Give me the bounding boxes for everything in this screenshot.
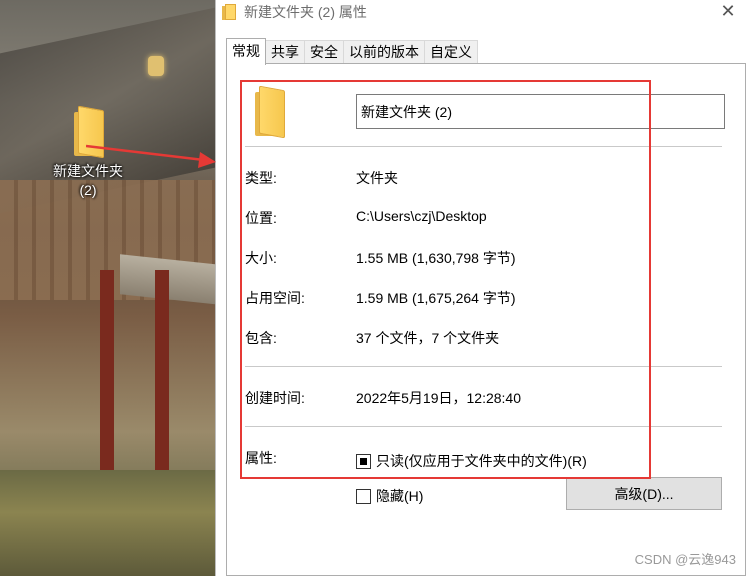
- checkbox-indeterminate-icon[interactable]: [356, 453, 371, 469]
- type-label: 类型:: [245, 170, 277, 186]
- contains-value: 37 个文件，7 个文件夹: [356, 330, 500, 346]
- wallpaper-ground: [0, 470, 215, 576]
- type-value: 文件夹: [356, 170, 398, 186]
- folder-name-input[interactable]: [356, 94, 725, 129]
- divider: [245, 366, 722, 367]
- tab-general[interactable]: 常规: [226, 38, 266, 65]
- divider: [245, 146, 722, 147]
- location-label: 位置:: [245, 210, 277, 226]
- wallpaper-lantern: [148, 56, 164, 76]
- readonly-checkbox[interactable]: 只读(仅应用于文件夹中的文件)(R): [356, 451, 587, 471]
- hidden-checkbox[interactable]: 隐藏(H): [356, 486, 423, 506]
- desktop-folder-label-line2: (2): [79, 182, 97, 198]
- attributes-label: 属性:: [245, 450, 277, 466]
- watermark: CSDN @云逸943: [634, 552, 736, 567]
- title-bar[interactable]: 新建文件夹 (2) 属性 ✕: [216, 0, 750, 24]
- tab-sharing[interactable]: 共享: [265, 40, 305, 64]
- size-on-disk-label: 占用空间:: [245, 290, 305, 306]
- close-icon[interactable]: ✕: [719, 2, 737, 20]
- general-tab-panel: 类型: 文件夹 位置: C:\Users\czj\Desktop 大小: 1.5…: [226, 63, 746, 576]
- properties-window: 新建文件夹 (2) 属性 ✕ 常规 共享 安全 以前的版本 自定义 类型: 文件…: [215, 0, 750, 576]
- wallpaper-pillar: [100, 270, 114, 470]
- size-value: 1.55 MB (1,630,798 字节): [356, 250, 516, 266]
- created-value: 2022年5月19日，12:28:40: [356, 390, 521, 406]
- wallpaper-pillar: [155, 270, 169, 470]
- folder-icon: [253, 85, 285, 139]
- folder-icon: [222, 4, 236, 20]
- red-arrow-icon: [86, 144, 216, 168]
- tab-security[interactable]: 安全: [304, 40, 344, 64]
- size-label: 大小:: [245, 250, 277, 266]
- tab-strip: 常规 共享 安全 以前的版本 自定义: [226, 38, 478, 65]
- readonly-label: 只读(仅应用于文件夹中的文件)(R): [376, 453, 587, 469]
- size-on-disk-value: 1.59 MB (1,675,264 字节): [356, 290, 516, 306]
- desktop-wallpaper: [0, 0, 215, 576]
- tab-customize[interactable]: 自定义: [424, 40, 478, 64]
- created-label: 创建时间:: [245, 390, 305, 406]
- window-title: 新建文件夹 (2) 属性: [244, 4, 367, 20]
- red-annotation-box: [240, 80, 651, 479]
- advanced-button[interactable]: 高级(D)...: [566, 477, 722, 510]
- hidden-label: 隐藏(H): [376, 488, 424, 504]
- checkbox-unchecked-icon[interactable]: [356, 488, 371, 504]
- contains-label: 包含:: [245, 330, 277, 346]
- location-value: C:\Users\czj\Desktop: [356, 208, 487, 224]
- tab-previous-versions[interactable]: 以前的版本: [343, 40, 425, 64]
- divider: [245, 426, 722, 427]
